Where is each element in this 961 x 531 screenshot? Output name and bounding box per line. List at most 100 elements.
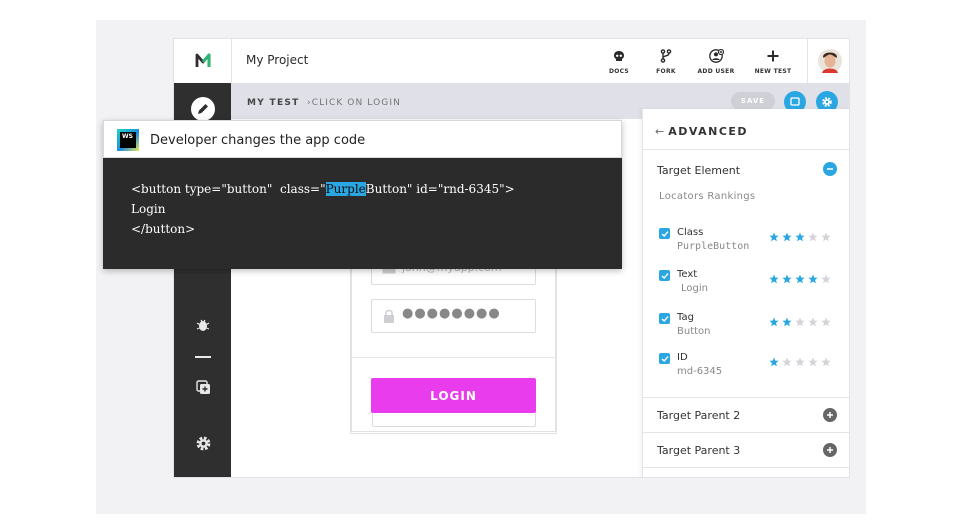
star-filled-icon <box>769 274 779 284</box>
plus-icon <box>827 447 833 453</box>
locator-class-rating <box>769 227 834 246</box>
star-empty-icon <box>795 357 805 367</box>
locator-class[interactable]: Class PurpleButton <box>659 227 844 264</box>
code-segment-pre: <button type="button" class=" <box>131 182 326 196</box>
sidebar-divider <box>195 356 211 358</box>
locator-class-name: Class <box>677 227 704 238</box>
breadcrumb-test[interactable]: MY TEST <box>247 98 300 108</box>
sidebar-debug-button[interactable] <box>191 313 215 337</box>
locator-id-name: ID <box>677 352 688 363</box>
locator-text-value: Login <box>681 283 708 294</box>
check-icon <box>661 315 669 322</box>
sidebar-add-step-button[interactable] <box>191 375 215 399</box>
code-editor[interactable]: <button type="button" class="PurpleButto… <box>103 158 622 269</box>
check-icon <box>661 272 669 279</box>
avatar <box>818 49 842 73</box>
target-parent-3-label[interactable]: Target Parent 3 <box>657 444 740 457</box>
code-line-2: Login <box>131 202 166 216</box>
locator-id-rating <box>769 352 834 371</box>
locator-text[interactable]: Text Login <box>659 269 844 306</box>
overlay-title: Developer changes the app code <box>150 133 366 148</box>
star-empty-icon <box>795 317 805 327</box>
project-name[interactable]: My Project <box>246 53 308 67</box>
star-filled-icon <box>782 317 792 327</box>
star-empty-icon <box>808 317 818 327</box>
locator-class-value: PurpleButton <box>677 241 750 252</box>
locators-rankings-label: Locators Rankings <box>659 191 756 202</box>
password-field[interactable]: ●●●●●●●● <box>371 299 536 333</box>
plus-icon <box>827 412 833 418</box>
login-button[interactable]: LOGIN <box>371 378 536 413</box>
locator-id-value: md-6345 <box>677 366 723 377</box>
star-filled-icon <box>782 274 792 284</box>
user-avatar-button[interactable] <box>807 39 849 83</box>
expand-target-parent-2-button[interactable] <box>823 408 837 422</box>
locator-text-checkbox[interactable] <box>659 270 670 281</box>
webstorm-badge: WS <box>120 132 136 148</box>
star-filled-icon <box>795 274 805 284</box>
new-test-button[interactable]: NEW TEST <box>743 47 803 75</box>
code-segment-post: Button" id="rnd-6345"> <box>365 182 515 196</box>
locator-class-checkbox[interactable] <box>659 228 670 239</box>
panel-divider <box>643 149 849 150</box>
collapse-target-element-button[interactable] <box>823 162 837 176</box>
add-user-icon <box>708 49 724 63</box>
star-filled-icon <box>769 232 779 242</box>
top-bar: My Project DOCS FORK ADD USER NEW TEST <box>174 39 849 84</box>
new-test-label: NEW TEST <box>754 68 792 75</box>
sidebar-settings-button[interactable] <box>191 431 215 455</box>
star-empty-icon <box>808 232 818 242</box>
panel-header[interactable]: ← ADVANCED <box>655 125 748 138</box>
save-button[interactable]: SAVE <box>731 92 775 110</box>
form-border-right <box>556 258 557 434</box>
star-empty-icon <box>821 232 831 242</box>
minus-icon <box>827 168 833 170</box>
docs-skull-icon <box>614 50 624 61</box>
breadcrumb-step-label: CLICK ON LOGIN <box>311 98 401 108</box>
star-empty-icon <box>821 274 831 284</box>
star-filled-icon <box>808 274 818 284</box>
target-parent-2-label[interactable]: Target Parent 2 <box>657 409 740 422</box>
sidebar-edit-button[interactable] <box>191 97 215 121</box>
code-selection[interactable]: Purple <box>325 182 366 196</box>
panel-divider <box>643 432 849 433</box>
check-icon <box>661 230 669 237</box>
lock-icon <box>384 309 394 323</box>
panel-divider <box>643 467 849 468</box>
expand-target-parent-3-button[interactable] <box>823 443 837 457</box>
locator-text-name: Text <box>677 269 698 280</box>
code-line-1: <button type="button" class="PurpleButto… <box>131 182 515 196</box>
form-divider <box>351 357 556 358</box>
add-user-label: ADD USER <box>697 68 735 75</box>
fork-icon <box>660 49 672 63</box>
plus-icon <box>767 50 779 62</box>
star-empty-icon <box>808 357 818 367</box>
locator-tag-checkbox[interactable] <box>659 313 670 324</box>
target-element-label[interactable]: Target Element <box>657 164 740 177</box>
check-icon <box>661 355 669 362</box>
gear-icon <box>822 97 832 107</box>
locator-id-checkbox[interactable] <box>659 353 670 364</box>
code-change-overlay: WS Developer changes the app code <butto… <box>103 120 622 269</box>
back-arrow-icon[interactable]: ← <box>655 125 664 138</box>
locator-text-rating <box>769 269 834 288</box>
advanced-panel: ← ADVANCED Target Element Locators Rankin… <box>642 109 849 477</box>
form-border-left <box>350 258 351 434</box>
app-logo[interactable] <box>174 39 232 83</box>
panel-divider <box>643 397 849 398</box>
webstorm-logo-icon: WS <box>117 129 139 151</box>
locator-tag-name: Tag <box>677 312 694 323</box>
star-filled-icon <box>782 232 792 242</box>
star-filled-icon <box>795 232 805 242</box>
bug-icon <box>196 319 210 331</box>
pencil-icon <box>191 97 215 121</box>
locator-tag-rating <box>769 312 834 331</box>
star-empty-icon <box>782 357 792 367</box>
star-filled-icon <box>769 317 779 327</box>
add-user-button[interactable]: ADD USER <box>686 47 746 75</box>
gear-icon <box>196 436 210 450</box>
panel-title: ADVANCED <box>668 125 749 138</box>
locator-id[interactable]: ID md-6345 <box>659 352 844 389</box>
screen-icon <box>790 97 800 106</box>
locator-tag[interactable]: Tag Button <box>659 312 844 349</box>
